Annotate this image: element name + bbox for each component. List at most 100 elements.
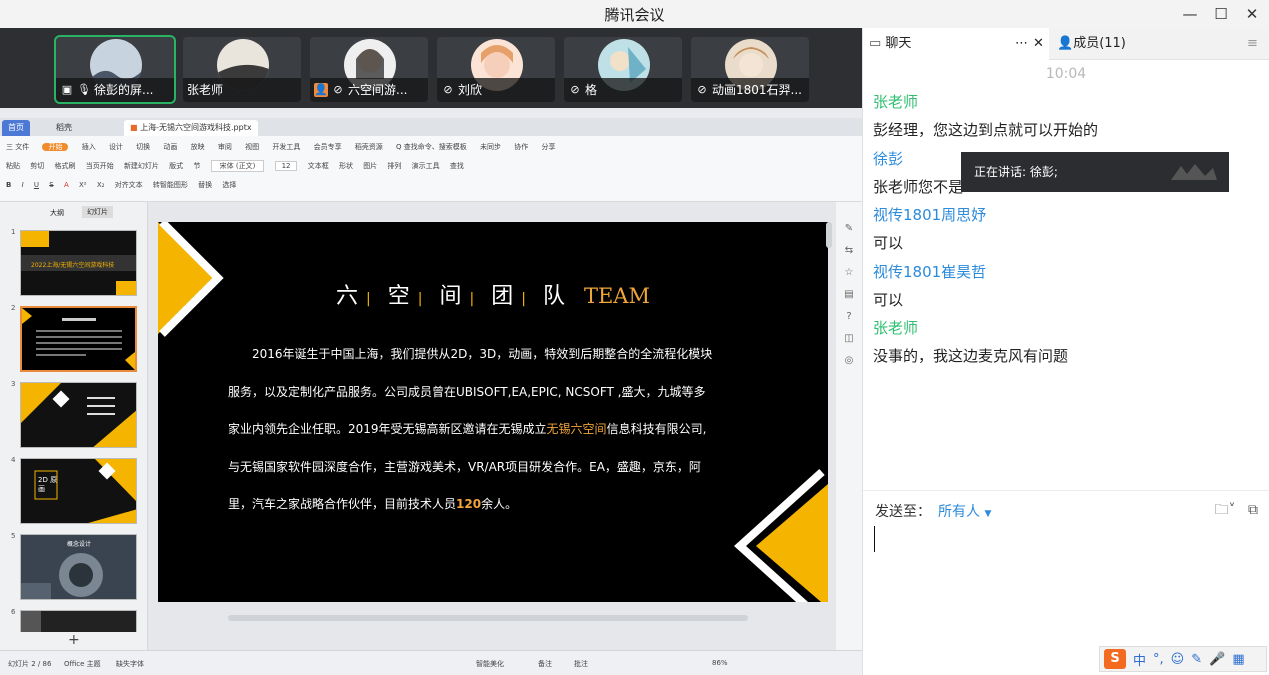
collab-button[interactable]: 协作 xyxy=(514,143,528,151)
screenshot-icon[interactable]: ⧉ xyxy=(1248,502,1258,518)
menu-start[interactable]: 开始 xyxy=(42,143,69,151)
subscript-button[interactable]: X₂ xyxy=(97,181,105,189)
slide-thumbnail[interactable] xyxy=(20,610,137,632)
slide-thumbnail[interactable]: 2D 原画 xyxy=(20,458,137,524)
slide-number: 5 xyxy=(11,532,16,540)
menu-animation[interactable]: 动画 xyxy=(163,143,177,151)
maximize-button[interactable]: ☐ xyxy=(1207,2,1235,26)
minimize-button[interactable]: — xyxy=(1176,2,1204,26)
command-search[interactable]: Q 查找命令、搜索模板 xyxy=(396,143,467,151)
ime-mode[interactable]: 中 xyxy=(1133,650,1146,669)
presentation-tools-button[interactable]: 演示工具 xyxy=(412,161,440,171)
ime-punct[interactable]: °, xyxy=(1153,652,1164,667)
tab-home[interactable]: 首页 xyxy=(2,120,30,136)
menu-view[interactable]: 视图 xyxy=(245,143,259,151)
menu-icon[interactable]: ≡ xyxy=(1247,28,1258,60)
voice-icon[interactable]: 🎤 xyxy=(1209,652,1225,667)
message-input-caret[interactable] xyxy=(874,526,875,552)
smart-graphic-button[interactable]: 转智能图形 xyxy=(153,180,188,190)
slide-thumbnail[interactable]: 概念设计 xyxy=(20,534,137,600)
section-button[interactable]: 节 xyxy=(193,161,200,171)
menu-transition[interactable]: 切换 xyxy=(136,143,150,151)
layout-button[interactable]: 版式 xyxy=(169,161,183,171)
align-text-button[interactable]: 对齐文本 xyxy=(115,180,143,190)
picture-button[interactable]: 图片 xyxy=(363,161,377,171)
font-color-button[interactable]: A xyxy=(64,181,69,189)
vertical-scrollbar[interactable] xyxy=(826,222,832,248)
tool-icon[interactable]: ◎ xyxy=(836,350,862,372)
superscript-button[interactable]: X² xyxy=(79,181,87,189)
participant-tile[interactable]: ⊘ 刘欣 xyxy=(437,37,555,102)
share-button[interactable]: 分享 xyxy=(542,143,556,151)
tool-icon[interactable]: ✎ xyxy=(836,218,862,240)
missing-font[interactable]: 缺失字体 xyxy=(116,659,144,669)
message-sender[interactable]: 张老师 xyxy=(873,314,1263,342)
paste-button[interactable]: 粘贴 xyxy=(6,161,20,171)
slide-thumbnail[interactable]: 2022上海/无锡六空间游戏科技 xyxy=(20,230,137,296)
menu-member[interactable]: 会员专享 xyxy=(314,143,342,151)
menu-file[interactable]: 三 文件 xyxy=(6,143,29,151)
participant-tile[interactable]: 👤 ⊘ 六空间游... xyxy=(310,37,428,102)
tab-docer[interactable]: 稻壳 xyxy=(50,120,78,136)
emoji-icon[interactable]: ☺ xyxy=(1171,652,1185,667)
grid-icon[interactable]: ▦ xyxy=(1232,652,1244,667)
more-icon[interactable]: ⋯ xyxy=(1015,28,1028,60)
participant-tile[interactable]: ▣ 🎙 徐彭的屏... xyxy=(54,35,176,104)
file-icon[interactable]: 🗀˅ xyxy=(1215,502,1236,518)
format-painter-button[interactable]: 格式刷 xyxy=(54,161,75,171)
select-button[interactable]: 选择 xyxy=(222,180,236,190)
sogou-logo-icon[interactable]: S xyxy=(1104,649,1126,669)
underline-button[interactable]: U xyxy=(34,181,39,189)
tab-outline[interactable]: 大纲 xyxy=(50,208,64,218)
horizontal-scrollbar[interactable] xyxy=(228,615,748,621)
tool-icon[interactable]: ? xyxy=(836,306,862,328)
menu-resources[interactable]: 稻壳资源 xyxy=(355,143,383,151)
tool-icon[interactable]: ◫ xyxy=(836,328,862,350)
message-sender[interactable]: 张老师 xyxy=(873,88,1263,116)
menu-devtools[interactable]: 开发工具 xyxy=(272,143,300,151)
textbox-button[interactable]: 文本框 xyxy=(308,161,329,171)
tab-members[interactable]: 👤成员(11) xyxy=(1057,28,1126,60)
menu-review[interactable]: 审阅 xyxy=(218,143,232,151)
close-icon[interactable]: ✕ xyxy=(1033,28,1044,60)
tool-icon[interactable]: ▤ xyxy=(836,284,862,306)
font-size-select[interactable]: 12 xyxy=(274,161,298,171)
shape-button[interactable]: 形状 xyxy=(339,161,353,171)
recipient-select[interactable]: 所有人 ▼ xyxy=(938,501,991,521)
notes-toggle[interactable]: 备注 xyxy=(538,659,552,669)
strikethrough-button[interactable]: S xyxy=(49,181,53,189)
arrange-button[interactable]: 排列 xyxy=(387,161,401,171)
slide-number: 6 xyxy=(11,608,16,616)
tab-chat[interactable]: ▭ 聊天 ⋯ ✕ xyxy=(863,28,1049,60)
participant-tile[interactable]: ⊘ 动画1801石羿... xyxy=(691,37,809,102)
mic-muted-icon: ⊘ xyxy=(697,83,707,96)
font-family-select[interactable]: 宋体 (正文) xyxy=(210,160,265,172)
participant-tile[interactable]: ⊘ 格 xyxy=(564,37,682,102)
find-button[interactable]: 查找 xyxy=(450,161,464,171)
message-sender[interactable]: 视传1801崔昊哲 xyxy=(873,258,1263,286)
bold-button[interactable]: B xyxy=(6,181,11,189)
add-slide-icon[interactable]: + xyxy=(68,632,80,648)
pen-icon[interactable]: ✎ xyxy=(1191,652,1202,667)
italic-button[interactable]: I xyxy=(22,181,24,189)
menu-slideshow[interactable]: 放映 xyxy=(191,143,205,151)
zoom-level[interactable]: 86% xyxy=(712,659,728,667)
menu-insert[interactable]: 插入 xyxy=(82,143,96,151)
new-slide-button[interactable]: 新建幻灯片 xyxy=(124,161,159,171)
slide-thumbnail-selected[interactable] xyxy=(20,306,137,372)
slide-thumbnail[interactable] xyxy=(20,382,137,448)
tool-icon[interactable]: ⇆ xyxy=(836,240,862,262)
message-sender[interactable]: 视传1801周思妤 xyxy=(873,201,1263,229)
comment-toggle[interactable]: 批注 xyxy=(574,659,588,669)
play-from-current-button[interactable]: 当页开始 xyxy=(86,161,114,171)
smart-beautify[interactable]: 智能美化 xyxy=(476,659,504,669)
menu-design[interactable]: 设计 xyxy=(109,143,123,151)
tool-icon[interactable]: ☆ xyxy=(836,262,862,284)
close-button[interactable]: ✕ xyxy=(1238,2,1266,26)
tab-slides[interactable]: 幻灯片 xyxy=(82,206,113,218)
replace-button[interactable]: 替换 xyxy=(198,180,212,190)
sync-status[interactable]: 未同步 xyxy=(480,143,501,151)
participant-tile[interactable]: 张老师 xyxy=(183,37,301,102)
cut-button[interactable]: 剪切 xyxy=(30,161,44,171)
tab-document[interactable]: ■ 上海-无锡六空间游戏科技.pptx xyxy=(124,120,258,136)
